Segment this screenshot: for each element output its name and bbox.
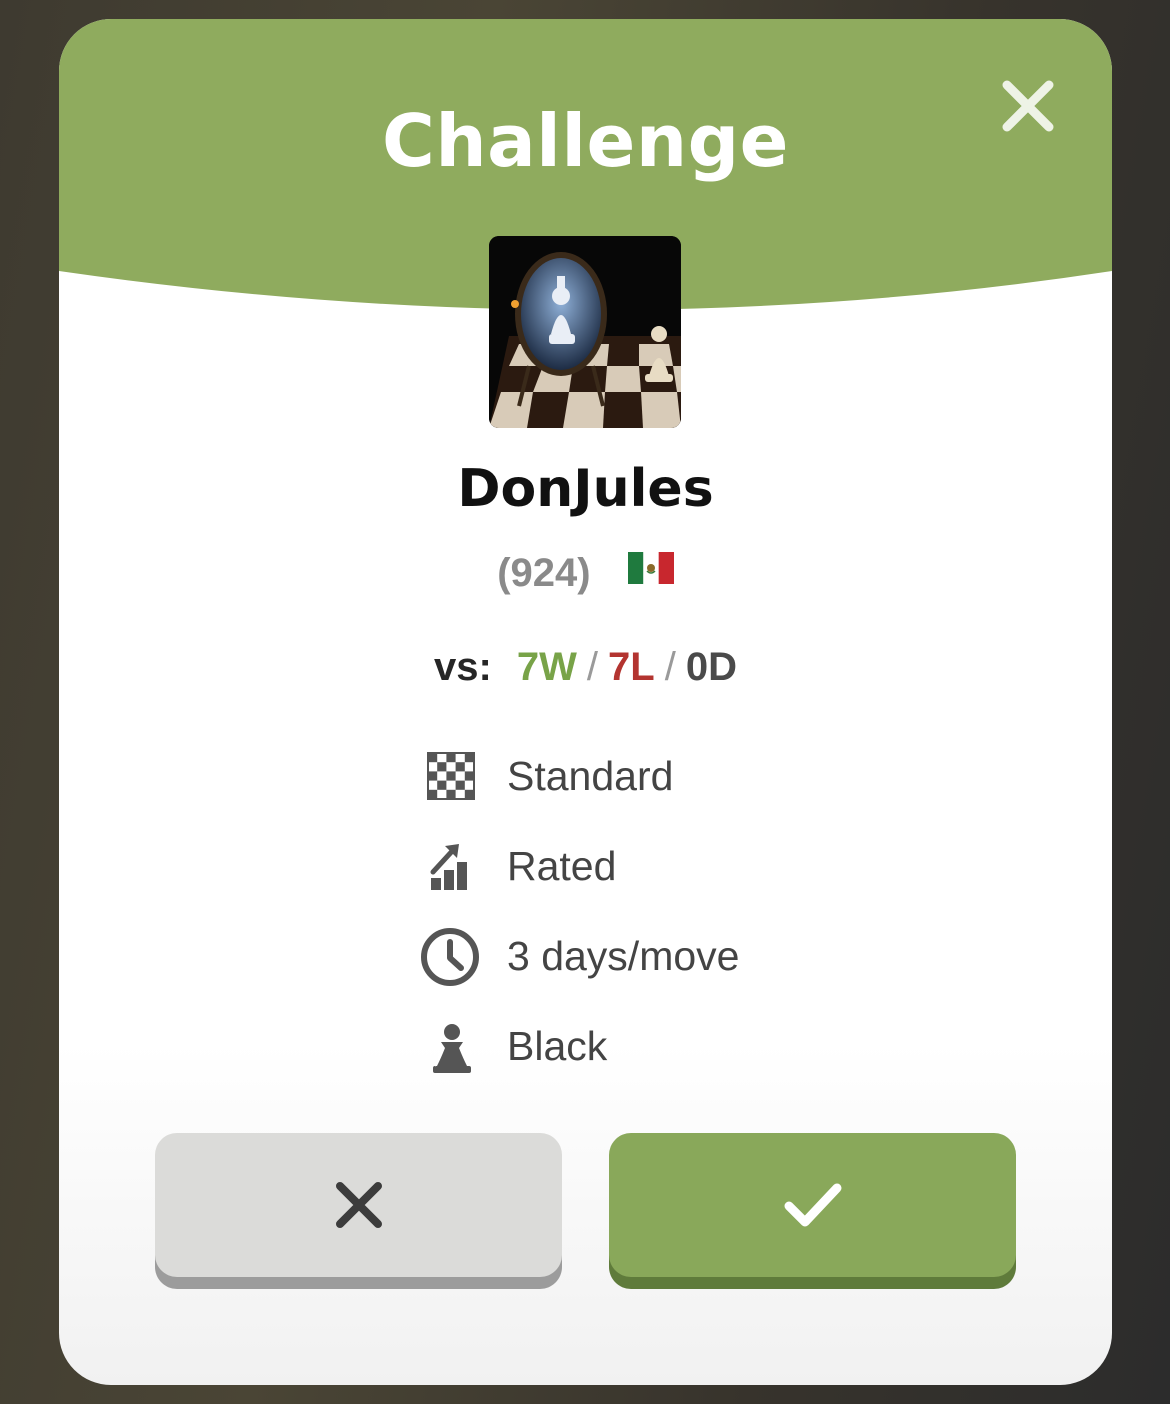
record-prefix: vs:: [433, 645, 492, 689]
opponent-avatar[interactable]: [489, 236, 681, 428]
checkmark-icon: [784, 1183, 841, 1227]
game-details: Standard Rated 3 days/move Black: [419, 744, 919, 1104]
detail-label: Rated: [507, 843, 617, 889]
detail-variant: Standard: [419, 744, 919, 834]
opponent-username[interactable]: DonJules: [59, 459, 1112, 519]
chess-avatar-image: [489, 236, 681, 428]
pawn-icon: [419, 1018, 483, 1082]
rated-chart-icon: [419, 838, 483, 902]
record-wins: 7W: [516, 645, 577, 689]
detail-color: Black: [419, 1014, 919, 1104]
clock-icon: [419, 928, 483, 992]
accept-button[interactable]: [609, 1133, 1016, 1277]
record-draws: 0D: [685, 645, 737, 689]
detail-label: Black: [507, 1023, 608, 1069]
checkerboard-icon: [419, 748, 483, 812]
close-icon[interactable]: [999, 77, 1057, 135]
mexico-flag-icon: [627, 549, 674, 594]
rating-row: (924): [59, 551, 1112, 598]
detail-label: Standard: [507, 753, 674, 799]
head-to-head-record: vs: 7W/7L/0D: [59, 645, 1112, 690]
record-separator: /: [586, 645, 599, 689]
challenge-dialog: Challenge DonJules (924) vs: 7W / 7L / 0…: [59, 19, 1112, 1385]
record-losses: 7L: [608, 645, 655, 689]
detail-rated: Rated: [419, 834, 919, 924]
dialog-title: Challenge: [381, 99, 789, 183]
detail-label: 3 days/move: [507, 933, 740, 979]
x-icon: [335, 1182, 382, 1228]
decline-button[interactable]: [155, 1133, 562, 1277]
detail-time-control: 3 days/move: [419, 924, 919, 1014]
record-separator: /: [664, 645, 676, 689]
opponent-rating: (924): [497, 551, 591, 595]
